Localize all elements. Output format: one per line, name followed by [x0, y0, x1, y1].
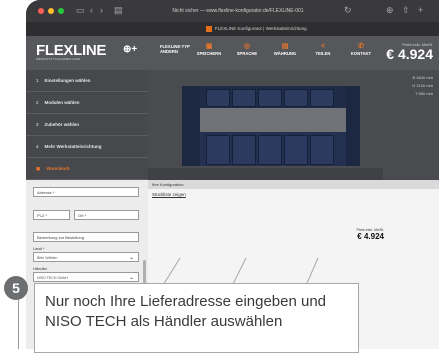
instruction-callout: Nur noch Ihre Lieferadresse eingeben und… — [34, 283, 359, 353]
instruction-text: Nur noch Ihre Lieferadresse eingeben und… — [45, 293, 327, 330]
step-number-badge: 5 — [4, 276, 28, 300]
